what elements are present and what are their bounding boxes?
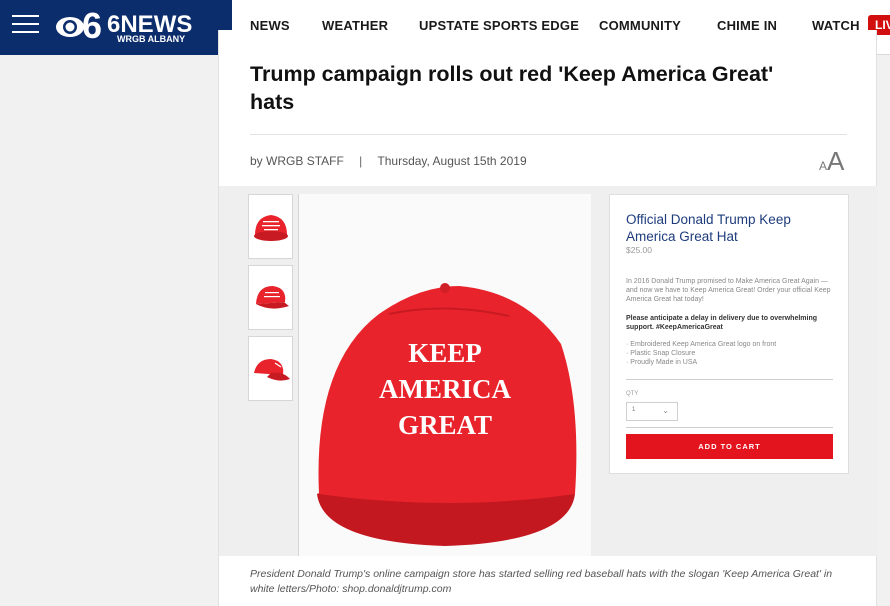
hat-photo-icon: KEEP AMERICA GREAT <box>299 194 591 556</box>
station-logo[interactable]: 6 6NEWS WRGB ALBANY <box>55 5 205 50</box>
store-product-features: · Embroidered Keep America Great logo on… <box>626 340 838 367</box>
store-feature-item: · Plastic Snap Closure <box>626 350 696 357</box>
store-product-title: Official Donald Trump Keep America Great… <box>626 212 791 244</box>
store-product-card: Official Donald Trump Keep America Great… <box>609 194 849 474</box>
gallery-thumbnails <box>248 194 293 407</box>
store-qty-label: QTY <box>626 391 639 397</box>
hamburger-menu-icon[interactable] <box>12 15 39 37</box>
store-product-description: In 2016 Donald Trump promised to Make Am… <box>626 278 831 303</box>
store-add-to-cart-button: ADD TO CART <box>626 434 833 459</box>
hat-angle-icon <box>255 285 289 309</box>
photo-caption: President Donald Trump's online campaign… <box>250 568 833 595</box>
thumbnail-side[interactable] <box>248 336 293 401</box>
store-feature-item: · Proudly Made in USA <box>626 359 698 366</box>
byline-separator: | <box>359 154 363 168</box>
thumbnail-angle[interactable] <box>248 265 293 330</box>
byline: by WRGB STAFF | Thursday, August 15th 20… <box>250 154 527 168</box>
logo-sub-text: WRGB ALBANY <box>117 34 185 44</box>
chevron-down-icon: ⌄ <box>662 406 669 415</box>
store-qty-value: 1 <box>632 407 636 413</box>
hat-text-line2: AMERICA <box>379 374 511 404</box>
text-size-small[interactable]: A <box>819 159 827 173</box>
photo-gallery: KEEP AMERICA GREAT Official Donald Trump… <box>219 186 878 556</box>
text-size-large[interactable]: A <box>827 146 844 176</box>
byline-prefix: by <box>250 154 263 168</box>
hat-text-line3: GREAT <box>398 410 492 440</box>
byline-author[interactable]: WRGB STAFF <box>266 154 344 168</box>
text-size-control[interactable]: AA <box>819 146 844 177</box>
store-product-note: Please anticipate a delay in delivery du… <box>626 315 818 331</box>
brand-area: 6 6NEWS WRGB ALBANY <box>0 0 232 55</box>
store-divider <box>626 427 833 428</box>
headline-divider <box>250 134 847 135</box>
byline-date: Thursday, August 15th 2019 <box>377 154 527 168</box>
store-feature-item: · Embroidered Keep America Great logo on… <box>626 341 777 348</box>
hat-main-image[interactable]: KEEP AMERICA GREAT <box>298 194 591 556</box>
article-card: Trump campaign rolls out red 'Keep Ameri… <box>218 30 878 606</box>
store-qty-select: 1 ⌄ <box>626 402 678 421</box>
store-product-price: $25.00 <box>626 245 652 255</box>
store-divider <box>626 379 833 380</box>
hat-text-line1: KEEP <box>408 338 482 368</box>
svg-text:6: 6 <box>82 5 102 46</box>
hat-front-icon <box>253 214 288 241</box>
hat-side-icon <box>253 358 290 381</box>
thumbnail-front[interactable] <box>248 194 293 259</box>
left-rail <box>0 56 218 606</box>
article-headline: Trump campaign rolls out red 'Keep Ameri… <box>250 62 774 114</box>
